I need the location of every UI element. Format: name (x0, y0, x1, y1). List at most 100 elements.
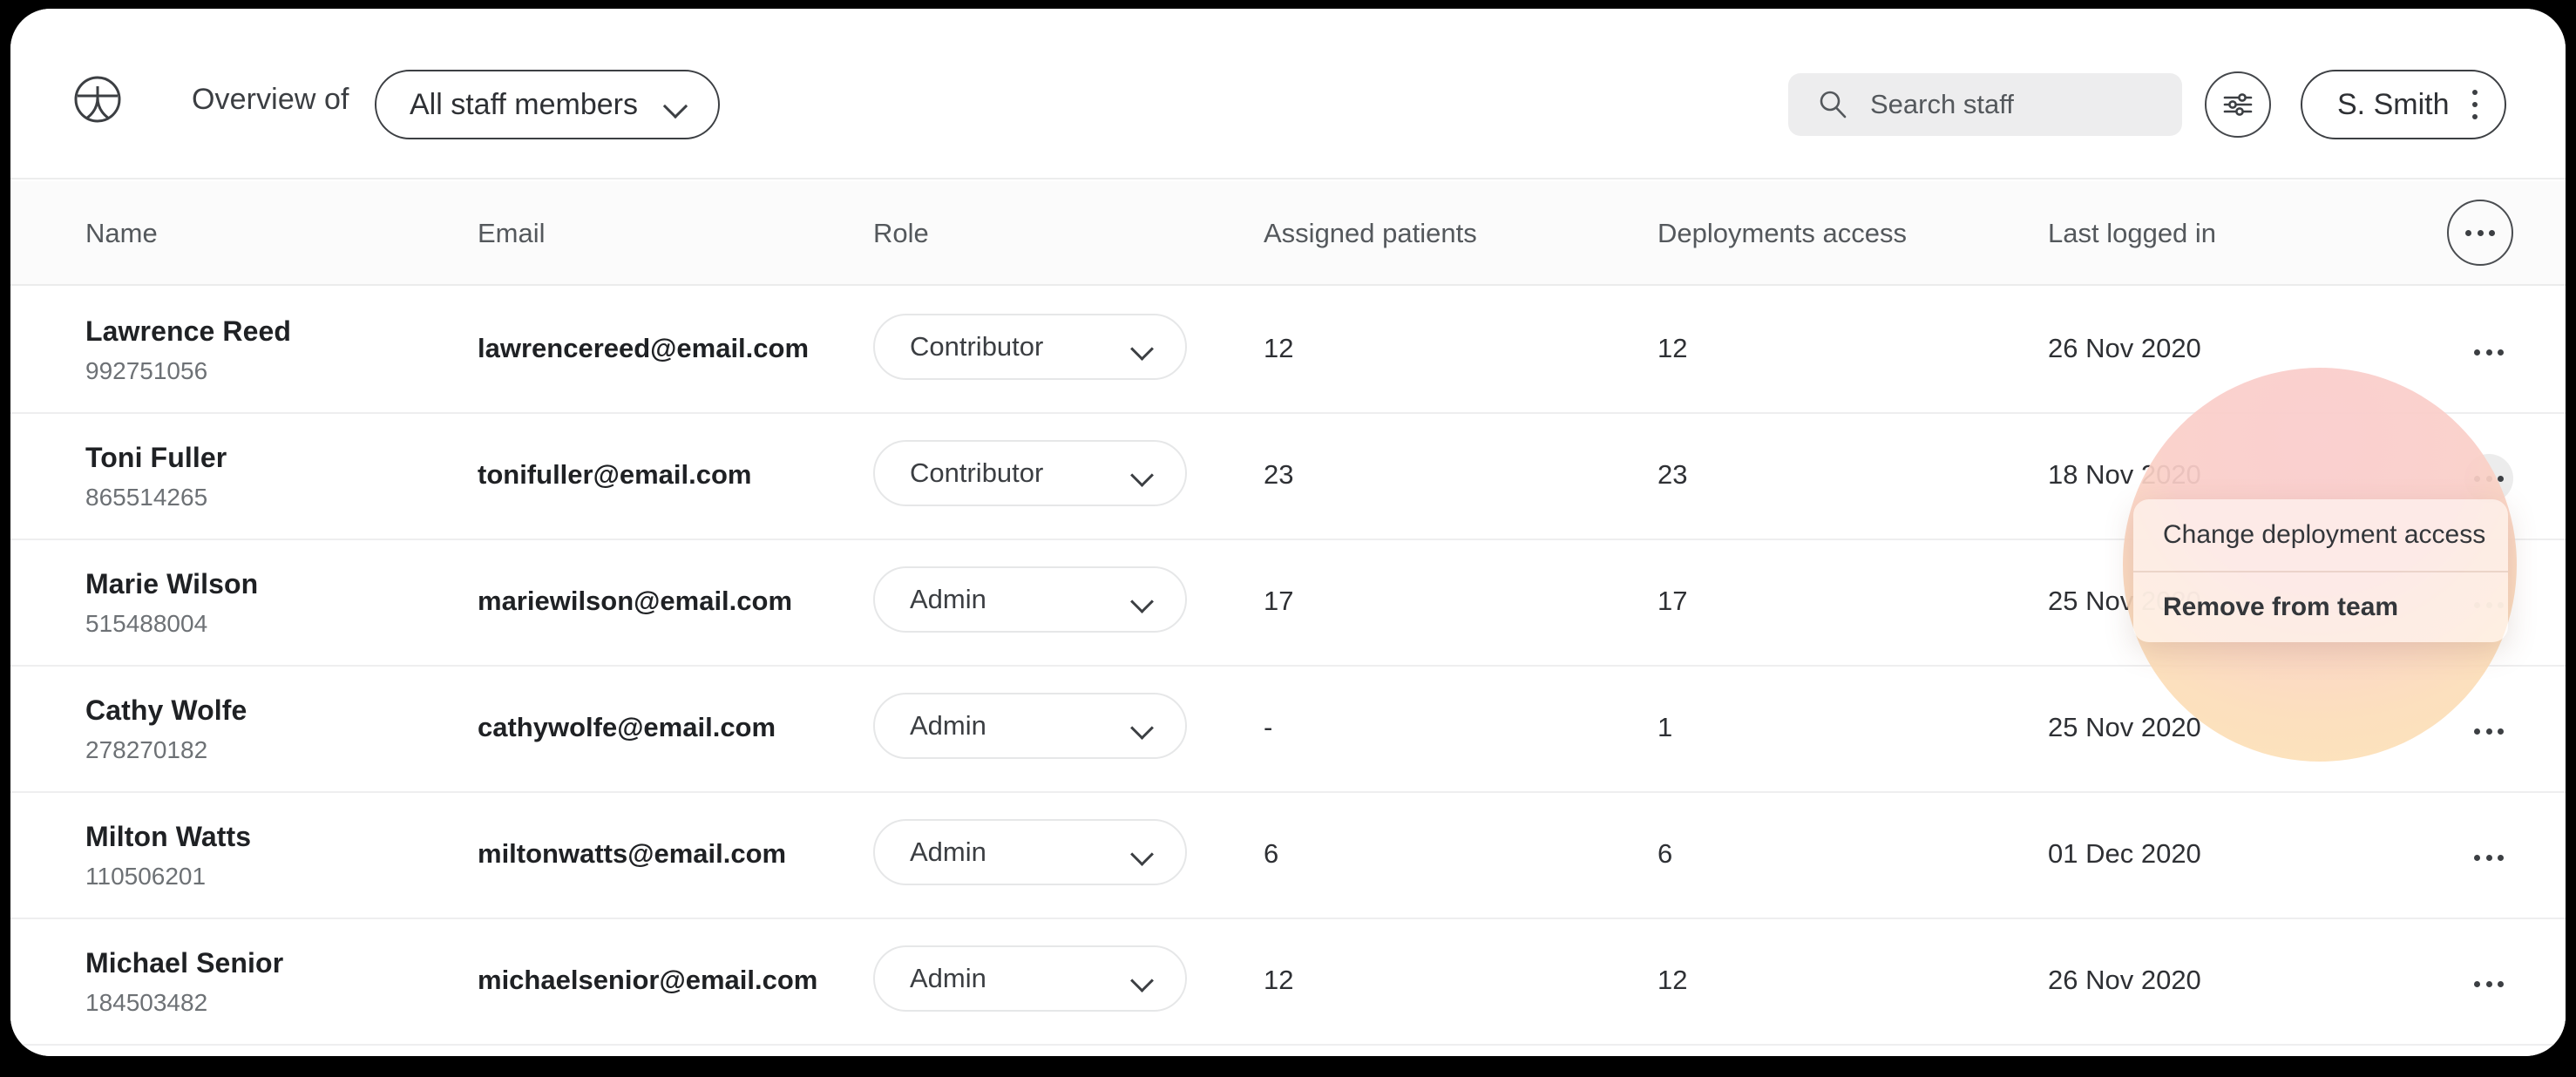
cell-email: mariewilson@email.com (478, 586, 793, 616)
kebab-horizontal-icon (2474, 475, 2504, 482)
role-value: Admin (910, 837, 986, 867)
cell-name: Lawrence Reed 992751056 (85, 315, 291, 385)
cell-deployments-access: 12 (1657, 965, 1688, 995)
menu-item-remove-from-team[interactable]: Remove from team (2133, 571, 2508, 642)
cell-deployments-access: 6 (1657, 838, 1673, 869)
cell-name: Marie Wilson 515488004 (85, 568, 258, 638)
cell-assigned-patients: 12 (1264, 965, 1294, 995)
cell-name: Milton Watts 110506201 (85, 821, 251, 891)
cell-name: Cathy Wolfe 278270182 (85, 694, 247, 764)
cell-name: Michael Senior 184503482 (85, 947, 283, 1017)
role-value: Admin (910, 963, 986, 993)
cell-assigned-patients: 23 (1264, 459, 1294, 490)
cell-email: cathywolfe@email.com (478, 712, 776, 742)
cell-deployments-access: 17 (1657, 586, 1688, 616)
staff-id: 278270182 (85, 736, 208, 763)
staff-id: 865514265 (85, 484, 208, 511)
cell-last-logged-in: 25 Nov 2020 (2048, 712, 2201, 742)
kebab-horizontal-icon (2474, 854, 2504, 861)
kebab-vertical-icon[interactable] (2471, 90, 2478, 119)
search-placeholder-text: Search staff (1870, 89, 2014, 119)
cell-assigned-patients: 17 (1264, 586, 1294, 616)
staff-name: Cathy Wolfe (85, 694, 247, 726)
role-select[interactable]: Admin (873, 566, 1187, 633)
staff-id: 110506201 (85, 863, 207, 890)
sliders-filter-icon-button[interactable] (2205, 71, 2271, 138)
role-value: Admin (910, 584, 986, 614)
table-options-button[interactable] (2447, 200, 2513, 266)
cell-last-logged-in: 26 Nov 2020 (2048, 333, 2201, 363)
chevron-down-icon (1131, 593, 1154, 606)
staff-name: Michael Senior (85, 947, 284, 979)
role-select[interactable]: Admin (873, 945, 1187, 1012)
cell-assigned-patients: - (1264, 712, 1273, 742)
staff-name: Marie Wilson (85, 568, 259, 599)
role-select[interactable]: Admin (873, 819, 1187, 885)
kebab-horizontal-icon (2465, 229, 2495, 236)
cell-deployments-access: 12 (1657, 333, 1688, 363)
app-card: Overview of All staff members Search sta… (10, 9, 2566, 1056)
scope-select-all-staff-members[interactable]: All staff members (375, 70, 721, 139)
cell-assigned-patients: 6 (1264, 838, 1279, 869)
cell-role: Contributor (873, 314, 1187, 380)
user-account-chip[interactable]: S. Smith (2301, 70, 2507, 139)
column-header-deployments-access: Deployments access (1657, 218, 1908, 248)
staff-name: Lawrence Reed (85, 315, 292, 347)
cell-role: Admin (873, 945, 1187, 1012)
staff-id: 992751056 (85, 357, 208, 384)
chevron-down-icon (1131, 720, 1154, 733)
row-context-menu: Change deployment access Remove from tea… (2133, 499, 2508, 642)
staff-name: Milton Watts (85, 821, 252, 852)
top-bar: Overview of All staff members Search sta… (10, 9, 2566, 180)
cell-last-logged-in: 18 Nov 2020 (2048, 459, 2201, 490)
row-options-button[interactable] (2464, 707, 2513, 755)
kebab-horizontal-icon (2474, 349, 2504, 356)
role-value: Contributor (910, 331, 1044, 362)
row-options-button[interactable] (2464, 328, 2513, 376)
kebab-horizontal-icon (2474, 728, 2504, 735)
column-header-assigned-patients: Assigned patients (1264, 218, 1477, 248)
cell-deployments-access: 1 (1657, 712, 1673, 742)
cell-email: tonifuller@email.com (478, 459, 752, 490)
cell-role: Admin (873, 566, 1187, 633)
role-select[interactable]: Contributor (873, 314, 1187, 380)
role-value: Admin (910, 710, 986, 741)
staff-name: Toni Fuller (85, 442, 227, 473)
cell-email: lawrencereed@email.com (478, 333, 810, 363)
search-staff-input[interactable]: Search staff (1788, 73, 2182, 136)
cell-role: Admin (873, 819, 1187, 885)
row-options-button-active[interactable] (2464, 454, 2513, 503)
role-select[interactable]: Contributor (873, 440, 1187, 506)
column-header-name: Name (85, 218, 158, 248)
chevron-down-icon (1131, 972, 1154, 986)
chevron-down-icon (664, 98, 688, 112)
overview-label: Overview of (192, 83, 349, 116)
cell-last-logged-in: 01 Dec 2020 (2048, 838, 2201, 869)
cell-email: michaelsenior@email.com (478, 965, 818, 995)
user-name-label: S. Smith (2337, 87, 2450, 121)
role-value: Contributor (910, 457, 1044, 488)
row-options-button[interactable] (2464, 833, 2513, 882)
row-options-button[interactable] (2464, 959, 2513, 1008)
cell-last-logged-in: 26 Nov 2020 (2048, 965, 2201, 995)
staff-id: 184503482 (85, 989, 208, 1016)
table-row[interactable]: Milton Watts 110506201 miltonwatts@email… (10, 793, 2566, 919)
cell-deployments-access: 23 (1657, 459, 1688, 490)
cell-email: miltonwatts@email.com (478, 838, 787, 869)
kebab-horizontal-icon (2474, 980, 2504, 987)
column-header-last-logged-in: Last logged in (2048, 218, 2217, 248)
role-select[interactable]: Admin (873, 693, 1187, 759)
table-body: Lawrence Reed 992751056 lawrencereed@ema… (10, 288, 2566, 1056)
search-icon (1818, 90, 1847, 119)
table-row[interactable]: Michael Senior 184503482 michaelsenior@e… (10, 919, 2566, 1046)
table-row[interactable]: Lawrence Reed 992751056 lawrencereed@ema… (10, 288, 2566, 414)
table-header-row: Name Email Role Assigned patients Deploy… (10, 181, 2566, 286)
column-header-role: Role (873, 218, 929, 248)
circle-person-logo-icon (73, 75, 122, 124)
table-row[interactable]: Cathy Wolfe 278270182 cathywolfe@email.c… (10, 667, 2566, 793)
menu-item-change-deployment-access[interactable]: Change deployment access (2133, 499, 2508, 571)
cell-role: Contributor (873, 440, 1187, 506)
cell-assigned-patients: 12 (1264, 333, 1294, 363)
chevron-down-icon (1131, 467, 1154, 480)
cell-name: Toni Fuller 865514265 (85, 442, 227, 511)
